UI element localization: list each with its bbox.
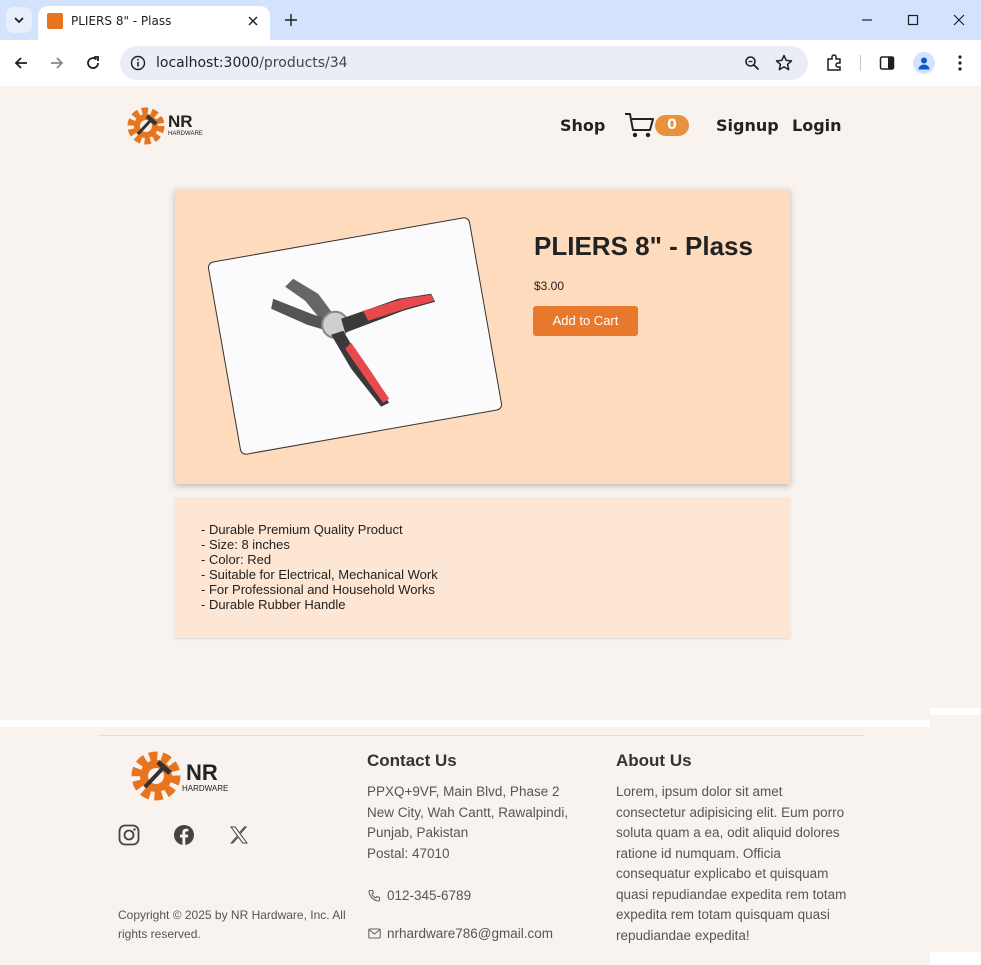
nav-login-link[interactable]: Login	[792, 116, 842, 135]
extensions-icon[interactable]	[822, 51, 846, 75]
product-description: - Durable Premium Quality Product - Size…	[175, 497, 790, 638]
about-heading: About Us	[616, 751, 692, 770]
x-twitter-link[interactable]	[228, 824, 250, 846]
footer-logo[interactable]: NR HARDWARE	[118, 738, 238, 814]
favicon-icon	[47, 13, 63, 29]
arrow-left-icon	[14, 57, 27, 69]
nav-signup-link[interactable]: Signup	[716, 116, 779, 135]
description-line: - For Professional and Household Works	[201, 582, 435, 597]
description-line: - Durable Rubber Handle	[201, 597, 346, 612]
footer-separator	[930, 952, 981, 965]
back-button[interactable]	[9, 51, 33, 75]
url-host: localhost:3000	[156, 55, 260, 71]
logo-subtext: HARDWARE	[168, 131, 203, 137]
site-info-icon[interactable]	[128, 53, 148, 73]
reload-button[interactable]	[81, 51, 105, 75]
contact-address: PPXQ+9VF, Main Blvd, Phase 2 New City, W…	[367, 784, 569, 840]
contact-email[interactable]: nrhardware786@gmail.com	[367, 926, 553, 941]
instagram-icon	[118, 824, 140, 846]
footer-logo-text: NR	[186, 760, 218, 785]
minimize-button[interactable]	[855, 8, 879, 32]
profile-button[interactable]	[912, 51, 936, 75]
instagram-link[interactable]	[118, 824, 140, 846]
facebook-icon	[174, 825, 194, 845]
footer-separator	[0, 720, 930, 727]
facebook-link[interactable]	[173, 824, 195, 846]
contact-phone-text: 012-345-6789	[387, 888, 472, 903]
browser-tab-bar: PLIERS 8" - Plass	[0, 0, 981, 40]
contact-postal: Postal: 47010	[367, 846, 450, 861]
url-path: /products/34	[259, 55, 348, 71]
arrow-right-icon	[51, 57, 64, 69]
description-line: - Durable Premium Quality Product	[201, 522, 403, 537]
cart-count-badge[interactable]: 0	[655, 115, 689, 136]
tab-search-button[interactable]	[6, 7, 32, 33]
forward-button[interactable]	[45, 51, 69, 75]
gear-icon	[131, 751, 181, 801]
address-bar[interactable]: localhost:3000/products/34	[120, 46, 808, 80]
nav-shop-link[interactable]: Shop	[560, 116, 605, 135]
nr-hardware-logo[interactable]: NR HARDWARE	[118, 96, 208, 152]
footer-divider	[98, 735, 864, 736]
product-title: PLIERS 8" - Plass	[534, 231, 753, 261]
menu-kebab-icon[interactable]	[948, 51, 972, 75]
bookmark-star-icon[interactable]	[774, 53, 794, 73]
person-icon	[918, 57, 930, 70]
plus-icon	[285, 14, 297, 26]
x-twitter-icon	[230, 826, 248, 844]
side-panel-icon[interactable]	[875, 51, 899, 75]
description-line: - Color: Red	[201, 552, 272, 567]
mail-icon	[367, 927, 381, 941]
maximize-icon	[907, 14, 919, 26]
new-tab-button[interactable]	[280, 9, 302, 31]
contact-email-text: nrhardware786@gmail.com	[387, 926, 554, 941]
product-price: $3.00	[534, 279, 565, 293]
close-icon	[953, 14, 965, 26]
gear-icon	[127, 107, 165, 145]
phone-icon	[367, 889, 381, 903]
cart-icon[interactable]	[624, 111, 656, 139]
add-to-cart-button[interactable]: Add to Cart	[533, 306, 638, 336]
contact-heading: Contact Us	[367, 751, 457, 770]
toolbar-divider	[860, 55, 861, 71]
url-text: localhost:3000/products/34	[156, 55, 348, 71]
footer-logo-subtext: HARDWARE	[182, 784, 228, 793]
zoom-icon[interactable]	[742, 53, 762, 73]
description-line: - Suitable for Electrical, Mechanical Wo…	[201, 567, 438, 582]
footer-separator	[930, 708, 981, 715]
copyright-text: Copyright © 2025 by NR Hardware, Inc. Al…	[118, 908, 346, 941]
avatar	[913, 52, 935, 74]
about-text: Lorem, ipsum dolor sit amet consectetur …	[616, 784, 847, 943]
tab-close-icon[interactable]	[244, 12, 262, 30]
maximize-button[interactable]	[901, 8, 925, 32]
tab-title: PLIERS 8" - Plass	[71, 14, 172, 28]
close-window-button[interactable]	[947, 8, 971, 32]
browser-toolbar: localhost:3000/products/34	[0, 40, 981, 86]
minimize-icon	[862, 19, 872, 21]
logo-text: NR	[168, 112, 193, 131]
browser-tab[interactable]: PLIERS 8" - Plass	[38, 6, 270, 40]
contact-phone[interactable]: 012-345-6789	[367, 888, 471, 903]
reload-icon	[87, 56, 99, 69]
description-line: - Size: 8 inches	[201, 537, 290, 552]
chevron-down-icon	[14, 17, 24, 24]
